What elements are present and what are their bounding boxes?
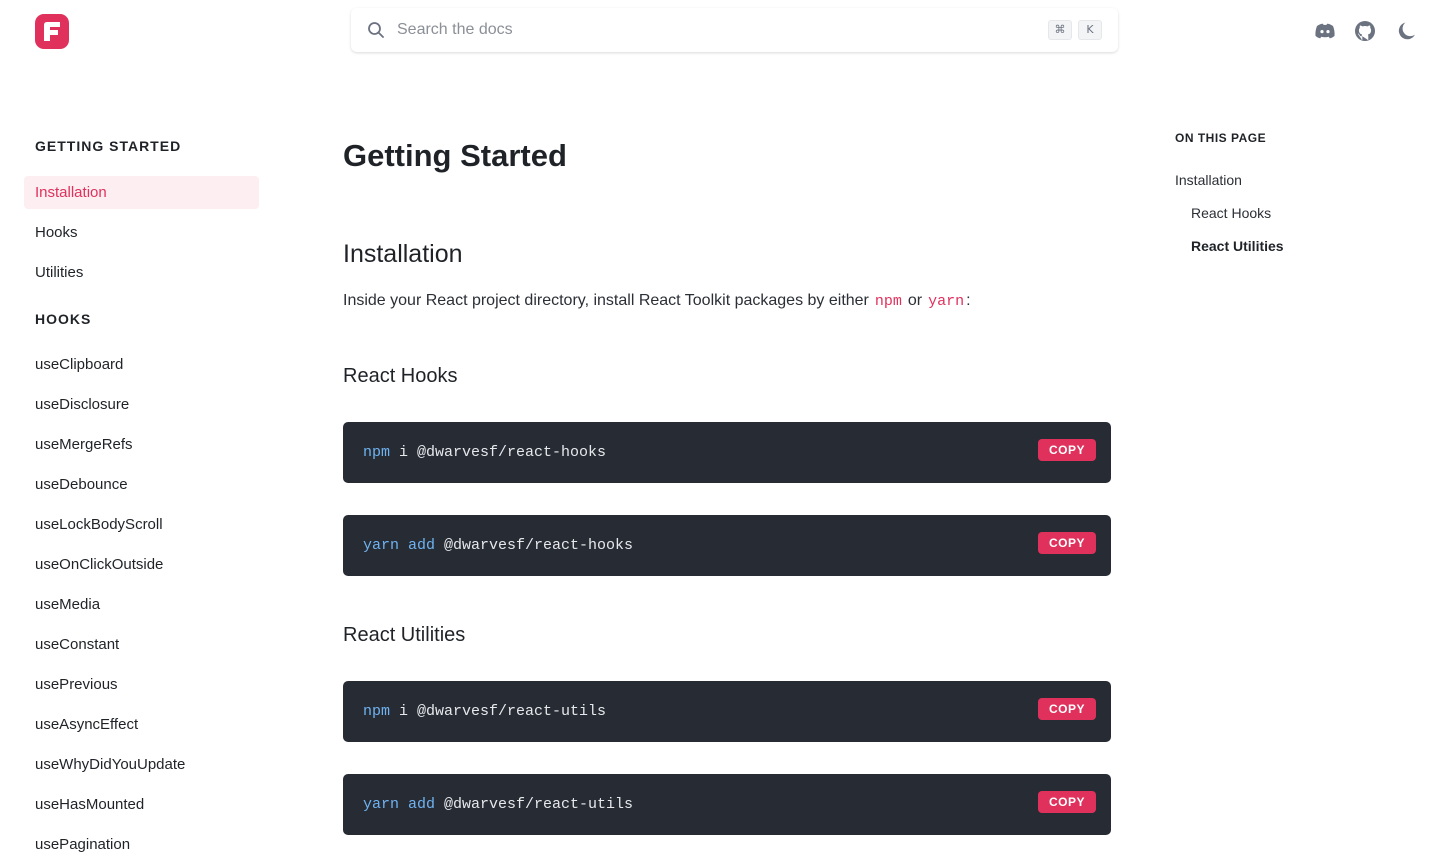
section-heading-react-hooks: React Hooks bbox=[343, 365, 458, 387]
toc-item-react-utilities[interactable]: React Utilities bbox=[1191, 238, 1284, 254]
sidebar-item-usehasmounted[interactable]: useHasMounted bbox=[24, 788, 259, 821]
code-line: npm i @dwarvesf/react-hooks bbox=[363, 444, 606, 461]
sidebar-item-installation[interactable]: Installation bbox=[24, 176, 259, 209]
sidebar-item-useonclickoutside[interactable]: useOnClickOutside bbox=[24, 548, 259, 581]
toc-title: ON THIS PAGE bbox=[1175, 131, 1267, 145]
copy-button[interactable]: COPY bbox=[1037, 698, 1096, 720]
discord-icon[interactable] bbox=[1313, 19, 1337, 43]
code-command: npm bbox=[363, 444, 391, 461]
inline-code-yarn: yarn bbox=[928, 293, 965, 310]
code-args: @dwarvesf/react-utils bbox=[435, 796, 634, 813]
copy-button[interactable]: COPY bbox=[1037, 791, 1096, 813]
shortcut-key-cmd: ⌘ bbox=[1048, 20, 1072, 40]
sidebar-section-title: HOOKS bbox=[35, 311, 92, 327]
search-icon bbox=[368, 22, 384, 38]
code-args: i @dwarvesf/react-hooks bbox=[390, 444, 607, 461]
section-heading-react-utilities: React Utilities bbox=[343, 624, 466, 646]
copy-button[interactable]: COPY bbox=[1037, 532, 1096, 554]
sidebar-item-uselockbodyscroll[interactable]: useLockBodyScroll bbox=[24, 508, 259, 541]
code-block: yarn add @dwarvesf/react-utils COPY bbox=[343, 774, 1111, 835]
search-bar[interactable]: ⌘ K bbox=[351, 8, 1118, 52]
on-this-page-toc: ON THIS PAGE Installation React Hooks Re… bbox=[1175, 131, 1435, 254]
code-command: npm bbox=[363, 703, 391, 720]
code-block: yarn add @dwarvesf/react-hooks COPY bbox=[343, 515, 1111, 576]
sidebar-item-useasynceffect[interactable]: useAsyncEffect bbox=[24, 708, 259, 741]
github-icon[interactable] bbox=[1353, 19, 1377, 43]
copy-button[interactable]: COPY bbox=[1037, 439, 1096, 461]
sidebar-item-usedisclosure[interactable]: useDisclosure bbox=[24, 388, 259, 421]
toc-item-react-hooks[interactable]: React Hooks bbox=[1191, 205, 1271, 221]
sidebar-item-usemergerefs[interactable]: useMergeRefs bbox=[24, 428, 259, 461]
intro-paragraph: Inside your React project directory, ins… bbox=[343, 292, 971, 310]
sidebar-item-utilities[interactable]: Utilities bbox=[24, 256, 259, 289]
code-args: i @dwarvesf/react-utils bbox=[390, 703, 607, 720]
code-args: @dwarvesf/react-hooks bbox=[435, 537, 634, 554]
sidebar-item-useclipboard[interactable]: useClipboard bbox=[24, 348, 259, 381]
shortcut-key-k: K bbox=[1078, 20, 1102, 40]
sidebar-item-usewhydidyouupdate[interactable]: useWhyDidYouUpdate bbox=[24, 748, 259, 781]
inline-code-npm: npm bbox=[874, 293, 902, 310]
search-input[interactable] bbox=[395, 20, 1042, 40]
section-heading-installation: Installation bbox=[343, 240, 463, 268]
intro-end: : bbox=[966, 292, 971, 309]
code-line: npm i @dwarvesf/react-utils bbox=[363, 703, 606, 720]
sidebar-section-title: GETTING STARTED bbox=[35, 138, 182, 154]
intro-text: Inside your React project directory, ins… bbox=[343, 292, 869, 309]
page-title: Getting Started bbox=[343, 138, 567, 173]
sidebar-item-useprevious[interactable]: usePrevious bbox=[24, 668, 259, 701]
code-command: yarn add bbox=[363, 796, 436, 813]
sidebar-item-usemedia[interactable]: useMedia bbox=[24, 588, 259, 621]
logo-icon[interactable] bbox=[35, 14, 69, 49]
sidebar-item-useconstant[interactable]: useConstant bbox=[24, 628, 259, 661]
sidebar-item-hooks[interactable]: Hooks bbox=[24, 216, 259, 249]
sidebar-item-usedebounce[interactable]: useDebounce bbox=[24, 468, 259, 501]
code-line: yarn add @dwarvesf/react-utils bbox=[363, 796, 633, 813]
toc-item-installation[interactable]: Installation bbox=[1175, 172, 1242, 188]
code-command: yarn add bbox=[363, 537, 436, 554]
code-line: yarn add @dwarvesf/react-hooks bbox=[363, 537, 633, 554]
code-block: npm i @dwarvesf/react-hooks COPY bbox=[343, 422, 1111, 483]
code-block: npm i @dwarvesf/react-utils COPY bbox=[343, 681, 1111, 742]
moon-icon[interactable] bbox=[1395, 19, 1419, 43]
intro-or: or bbox=[907, 292, 923, 309]
